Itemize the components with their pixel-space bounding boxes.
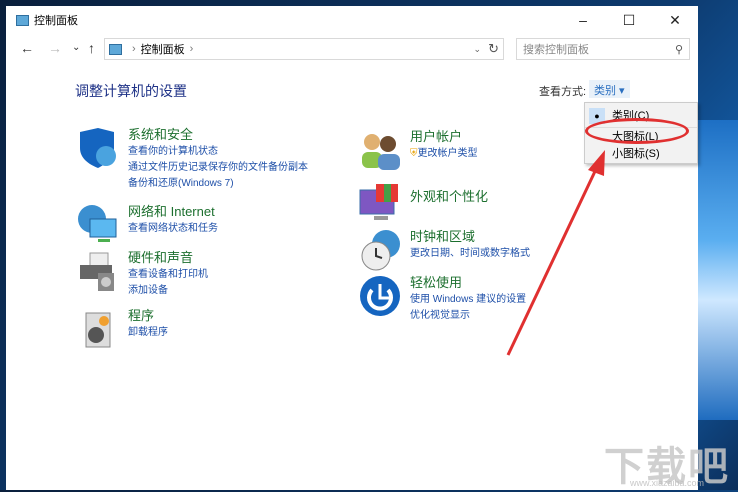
annotation-arrow: [506, 150, 605, 356]
watermark-url: www.xiazaiba.com: [630, 478, 705, 488]
